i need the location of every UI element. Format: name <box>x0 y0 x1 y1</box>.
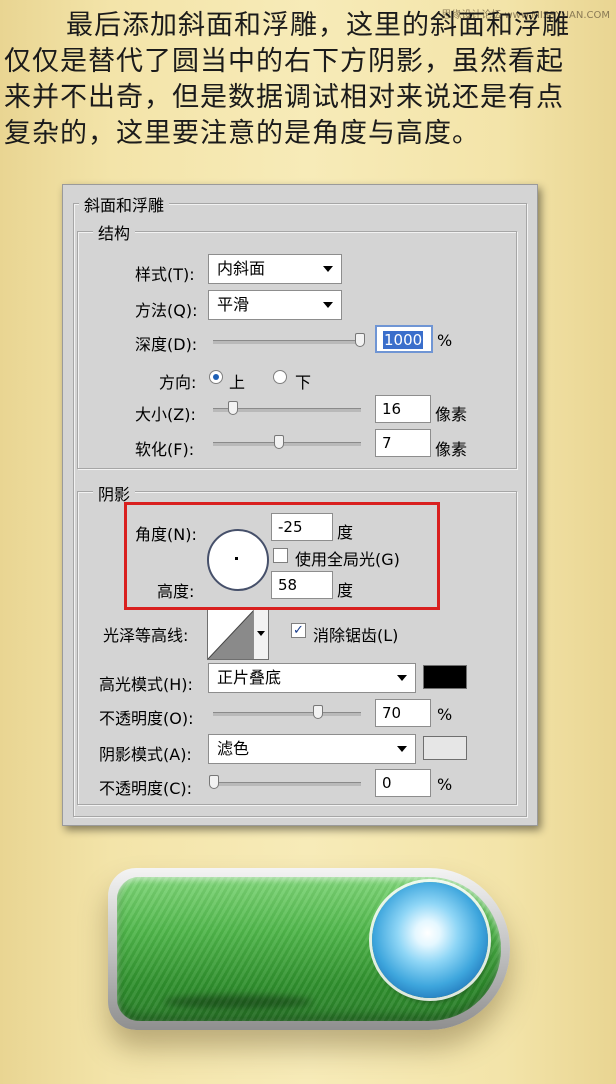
highlight-mode-value: 正片叠底 <box>217 668 282 687</box>
toggle-knob <box>372 882 488 998</box>
anti-aliased-checkbox[interactable]: ✓ <box>291 623 306 638</box>
gloss-contour-picker[interactable] <box>207 608 269 660</box>
highlight-opacity-input[interactable]: 70 <box>375 699 431 727</box>
gloss-contour-label: 光泽等高线: <box>103 626 189 645</box>
highlight-opacity-label: 不透明度(O): <box>99 709 194 728</box>
anti-aliased-label[interactable]: 消除锯齿(L) <box>313 622 398 646</box>
shadow-opacity-input[interactable]: 0 <box>375 769 431 797</box>
contour-curve-icon <box>208 609 255 659</box>
size-slider-thumb[interactable] <box>228 401 238 415</box>
technique-value: 平滑 <box>217 295 250 314</box>
depth-label: 深度(D): <box>135 335 198 354</box>
intro-line-1: 最后添加斜面和浮雕，这里的斜面和浮雕 <box>66 10 570 41</box>
soften-unit: 像素 <box>435 440 468 459</box>
soften-slider[interactable] <box>213 442 361 446</box>
shadow-mode-value: 滤色 <box>217 739 250 758</box>
shadow-mode-select[interactable]: 滤色 <box>208 734 416 764</box>
depth-slider-thumb[interactable] <box>355 333 365 347</box>
depth-value: 1000 <box>383 331 424 349</box>
direction-up-label[interactable]: 上 <box>229 369 245 393</box>
intro-line-3: 来并不出奇，但是数据调试相对来说还是有点 <box>4 82 564 113</box>
direction-down-label[interactable]: 下 <box>295 369 311 393</box>
toggle-switch-preview <box>108 868 510 1030</box>
chevron-down-icon <box>397 675 407 681</box>
panel-title: 斜面和浮雕 <box>79 192 170 216</box>
chevron-down-icon <box>397 746 407 752</box>
depth-input[interactable]: 1000 <box>375 325 433 353</box>
track-shadow <box>163 995 313 1009</box>
shadow-opacity-unit: % <box>437 775 453 794</box>
depth-slider[interactable] <box>213 340 361 344</box>
direction-label: 方向: <box>159 373 197 392</box>
intro-line-2: 仅仅是替代了圆当中的右下方阴影，虽然看起 <box>4 46 564 77</box>
highlight-mode-select[interactable]: 正片叠底 <box>208 663 416 693</box>
direction-up-radio[interactable] <box>209 370 223 384</box>
soften-slider-thumb[interactable] <box>274 435 284 449</box>
style-label: 样式(T): <box>135 265 195 284</box>
soften-label: 软化(F): <box>135 440 195 459</box>
shadow-color-swatch[interactable] <box>423 736 467 760</box>
shadow-opacity-label: 不透明度(C): <box>99 779 193 798</box>
highlight-opacity-thumb[interactable] <box>313 705 323 719</box>
soften-input[interactable]: 7 <box>375 429 431 457</box>
structure-title: 结构 <box>93 220 136 244</box>
highlight-color-swatch[interactable] <box>423 665 467 689</box>
highlight-mode-label: 高光模式(H): <box>99 675 193 694</box>
chevron-down-icon <box>323 266 333 272</box>
shadow-mode-label: 阴影模式(A): <box>99 745 192 764</box>
technique-select[interactable]: 平滑 <box>208 290 342 320</box>
chevron-down-icon <box>323 302 333 308</box>
technique-label: 方法(Q): <box>135 301 198 320</box>
shadow-opacity-slider[interactable] <box>213 782 361 786</box>
intro-text: 最后添加斜面和浮雕，这里的斜面和浮雕 仅仅是替代了圆当中的右下方阴影，虽然看起 … <box>4 8 610 152</box>
style-value: 内斜面 <box>217 259 266 278</box>
highlight-opacity-unit: % <box>437 705 453 724</box>
intro-line-4: 复杂的，这里要注意的是角度与高度。 <box>4 118 480 149</box>
size-unit: 像素 <box>435 405 468 424</box>
shadow-opacity-thumb[interactable] <box>209 775 219 789</box>
depth-unit: % <box>437 331 453 350</box>
size-label: 大小(Z): <box>135 405 196 424</box>
direction-down-radio[interactable] <box>273 370 287 384</box>
size-input[interactable]: 16 <box>375 395 431 423</box>
contour-dropdown-button[interactable] <box>253 609 268 659</box>
highlight-opacity-slider[interactable] <box>213 712 361 716</box>
style-select[interactable]: 内斜面 <box>208 254 342 284</box>
highlight-box <box>124 502 440 610</box>
